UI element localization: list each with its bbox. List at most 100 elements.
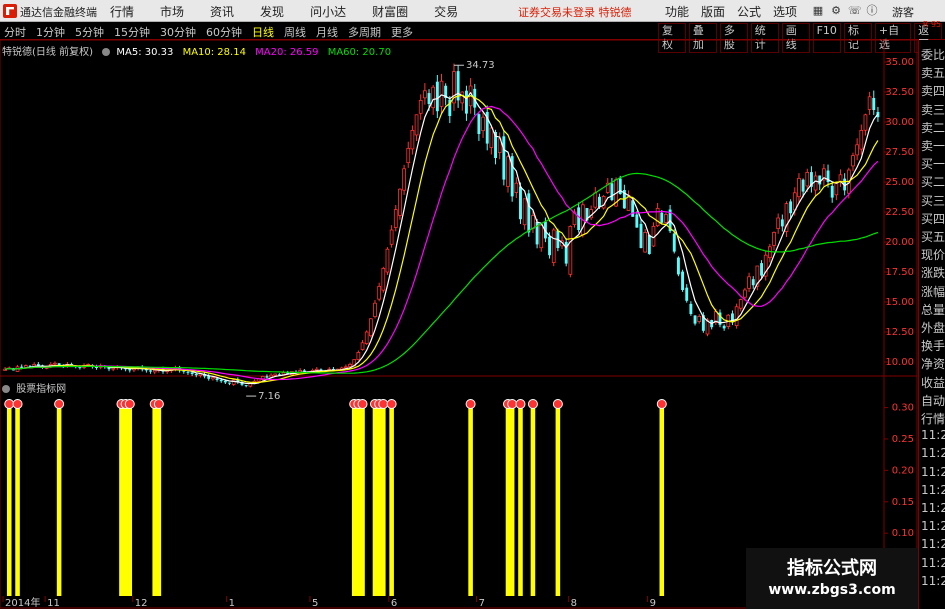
signal-bar — [530, 405, 536, 596]
indicator-tick-label: 0.30 — [892, 403, 914, 414]
candle-body-down — [780, 219, 784, 227]
side-panel-item[interactable]: 买四 — [921, 210, 945, 227]
outer-frame — [0, 39, 918, 609]
candle-body-down — [36, 364, 40, 366]
side-panel-item[interactable]: 总量 — [921, 301, 945, 318]
side-panel-item[interactable]: 买三 — [921, 192, 945, 209]
settings-dot-icon[interactable] — [102, 48, 111, 56]
candle-body-up — [506, 156, 510, 187]
signal-bar — [123, 405, 128, 596]
candle-body-down — [223, 380, 227, 383]
candle-body-up — [792, 192, 797, 211]
candle-body-down — [818, 175, 822, 185]
candle-body-up — [867, 96, 872, 110]
date-tick-label: 11 — [47, 598, 60, 609]
candle-body-down — [635, 214, 639, 228]
side-panel-item[interactable]: 11:29 — [921, 465, 945, 479]
price-tick-label: 27.50 — [885, 147, 914, 158]
date-tick-label: 8 — [571, 598, 577, 609]
price-annotations: 34.73 7.16 — [246, 60, 495, 402]
candle-body-up — [314, 368, 319, 371]
side-panel-item[interactable]: 11:29 — [921, 501, 945, 515]
candle-body-down — [610, 183, 614, 200]
signal-bar — [659, 405, 665, 596]
side-panel-item[interactable]: 11:29 — [921, 483, 945, 497]
signal-bar — [389, 405, 394, 596]
signal-bar — [119, 405, 124, 596]
candle-body-up — [439, 80, 444, 107]
candle-body-up — [393, 209, 398, 228]
candle-body-up — [838, 174, 843, 182]
candle-body-up — [111, 367, 115, 370]
side-panel-item[interactable]: 收益 — [921, 374, 945, 391]
side-panel-item[interactable]: 11:29 — [921, 519, 945, 533]
side-panel-item[interactable]: 买五 — [921, 228, 945, 245]
side-panel-item[interactable]: 换手 — [921, 337, 945, 354]
watermark-url: www.zbgs3.com — [768, 582, 896, 598]
annotation-label: 34.73 — [466, 60, 495, 71]
side-panel-item[interactable]: 11:29 — [921, 574, 945, 588]
date-tick-label: 6 — [391, 598, 397, 609]
side-panel-item[interactable]: 委比 — [921, 46, 945, 63]
stock-chart[interactable]: 35.00 32.50 30.00 27.50 25.00 22.50 20.00 17.50… — [0, 0, 918, 609]
candle-body-up — [531, 215, 535, 229]
signal-bar — [509, 405, 515, 596]
side-panel-item[interactable]: 外盘 — [921, 319, 945, 336]
ma5-line — [5, 91, 879, 385]
side-panel-item[interactable]: 卖二 — [921, 119, 945, 136]
signal-marker — [656, 399, 667, 409]
side-panel-item[interactable]: 卖五 — [921, 64, 945, 81]
indicator-name: 股票指标网 — [16, 384, 67, 395]
signal-marker — [378, 399, 389, 409]
side-panel-item[interactable]: 自动 — [921, 392, 945, 409]
side-panel-item[interactable]: 11:29 — [921, 446, 945, 460]
ma60-line — [5, 172, 879, 374]
side-panel-item[interactable]: 买二 — [921, 173, 945, 190]
candle-body-up — [356, 351, 361, 361]
candle-body-down — [194, 373, 198, 376]
side-panel-item[interactable]: 11:29 — [921, 537, 945, 551]
side-panel-item[interactable]: 净资 — [921, 355, 945, 372]
candle-body-up — [385, 248, 390, 273]
candle-body-up — [743, 289, 747, 298]
date-tick-label: 2014年 — [5, 596, 40, 609]
side-panel-item[interactable]: 卖三 — [921, 101, 945, 118]
candle-body-down — [672, 233, 676, 252]
side-panel-item[interactable]: 11:29 — [921, 556, 945, 570]
signal-marker — [4, 399, 15, 409]
candle-body-up — [431, 86, 436, 109]
side-panel-item[interactable]: 卖一 — [921, 137, 945, 154]
signal-marker — [124, 399, 135, 409]
candle-body-down — [597, 196, 601, 208]
indicator-signal-bars — [4, 399, 667, 596]
indicator-settings-icon[interactable] — [2, 385, 10, 393]
side-panel-item[interactable]: 涨幅 — [921, 283, 945, 300]
side-panel-item[interactable]: 11:29 — [921, 428, 945, 442]
date-tick-label: 7 — [479, 598, 485, 609]
candle-body-up — [593, 192, 598, 208]
signal-bar — [372, 405, 378, 596]
indicator-tick-label: 0.15 — [892, 497, 914, 508]
side-panel-item[interactable]: 现价 — [921, 246, 945, 263]
candle-body-up — [859, 129, 864, 150]
candle-body-down — [830, 185, 834, 198]
info-line: 特锐德(日线 前复权) MA5: 30.33 MA10: 28.14 MA20:… — [2, 43, 392, 58]
indicator-tick-label: 0.10 — [892, 528, 914, 539]
price-tick-label: 22.50 — [885, 207, 914, 218]
candle-body-up — [460, 91, 465, 104]
side-panel-item[interactable]: 行情 — [921, 410, 945, 427]
side-panel-item[interactable]: 涨跌 — [921, 264, 945, 281]
candle-body-down — [689, 303, 693, 314]
signal-marker — [386, 399, 397, 409]
side-panel-item[interactable]: 卖四 — [921, 82, 945, 99]
signal-marker — [12, 399, 23, 409]
candle-body-down — [186, 371, 190, 373]
side-panel-item[interactable]: 买一 — [921, 155, 945, 172]
site-watermark: 指标公式网 www.zbgs3.com — [746, 548, 918, 609]
candle-body-up — [211, 377, 215, 380]
candle-body-up — [697, 315, 702, 323]
candle-body-down — [685, 287, 689, 301]
candle-body-up — [389, 229, 394, 245]
ma60-value: MA60: 20.70 — [327, 47, 392, 58]
candle-body-down — [722, 325, 726, 329]
